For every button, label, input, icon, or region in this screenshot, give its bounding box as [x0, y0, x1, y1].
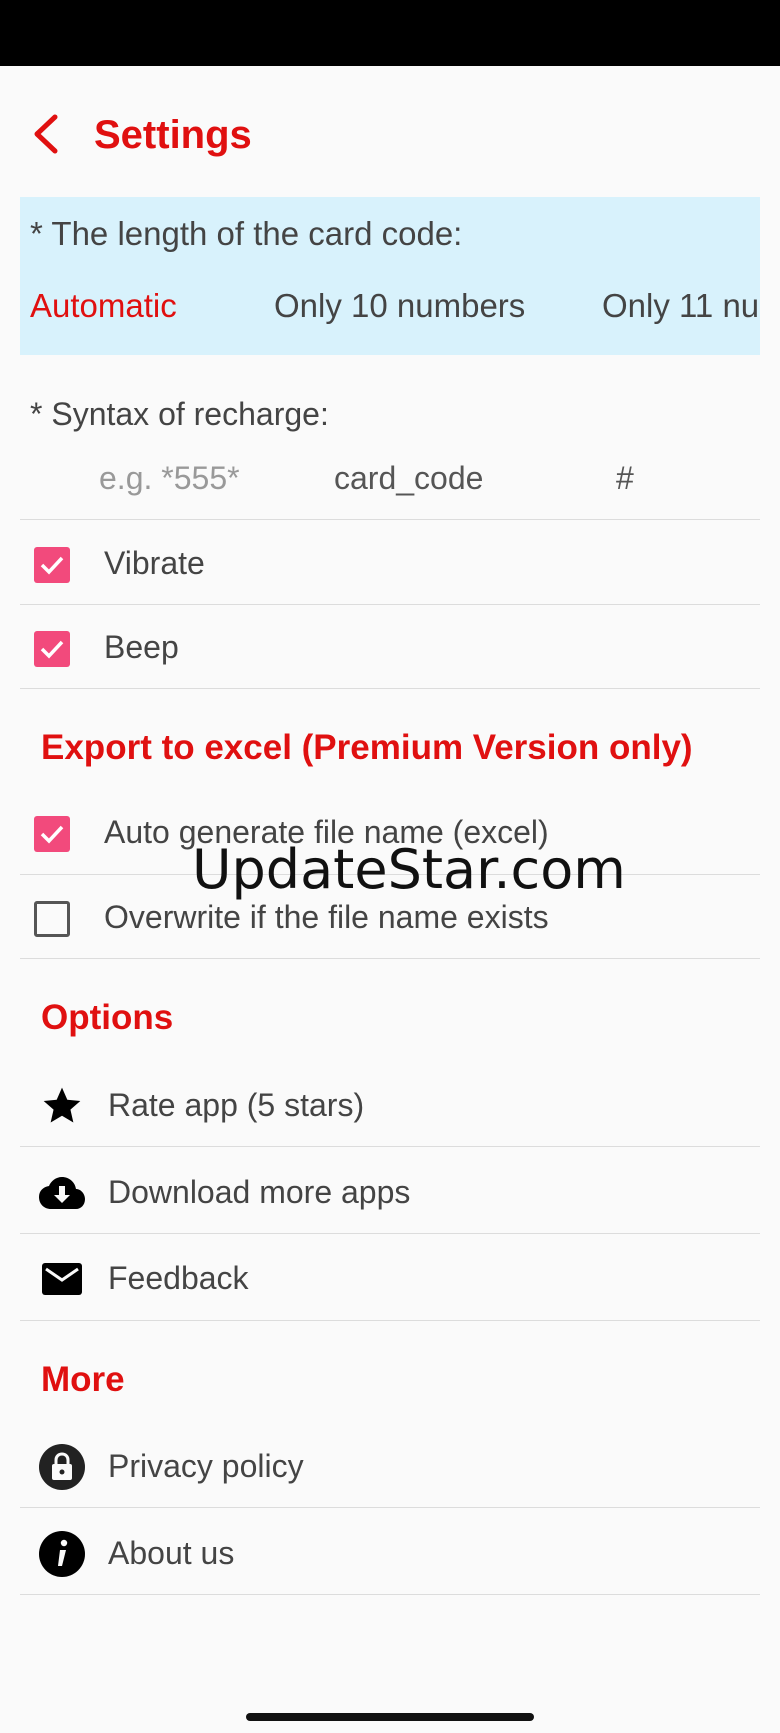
download-apps-row[interactable]: Download more apps: [20, 1150, 760, 1236]
auto-filename-checkbox[interactable]: [34, 816, 70, 852]
mail-icon: [38, 1255, 86, 1303]
watermark: UpdateStar.com: [192, 838, 626, 901]
back-button[interactable]: [18, 106, 74, 162]
more-section-title: More: [41, 1360, 125, 1399]
about-us-row[interactable]: About us: [20, 1511, 760, 1597]
lock-icon: [38, 1443, 86, 1491]
check-icon: [40, 556, 64, 575]
divider: [20, 519, 760, 520]
overwrite-checkbox[interactable]: [34, 901, 70, 937]
divider: [20, 1233, 760, 1234]
star-icon: [38, 1082, 86, 1130]
divider: [20, 1320, 760, 1321]
divider: [20, 1507, 760, 1508]
beep-row[interactable]: Beep: [20, 607, 760, 691]
divider: [20, 688, 760, 689]
card-code-option-10[interactable]: Only 10 numbers: [274, 287, 525, 325]
beep-label: Beep: [104, 629, 179, 665]
divider: [20, 1146, 760, 1147]
card-code-panel: * The length of the card code: Automatic…: [20, 197, 760, 355]
chevron-left-icon: [34, 114, 58, 154]
info-icon: [38, 1530, 86, 1578]
status-bar: [0, 0, 780, 66]
divider: [20, 958, 760, 959]
feedback-label: Feedback: [108, 1260, 249, 1296]
recharge-prefix-input[interactable]: e.g. *555*: [99, 460, 240, 497]
check-icon: [40, 640, 64, 659]
card-code-option-11[interactable]: Only 11 numbers: [602, 287, 760, 325]
divider: [20, 1594, 760, 1595]
cloud-download-icon: [38, 1169, 86, 1217]
recharge-code-input[interactable]: card_code: [334, 460, 483, 497]
recharge-syntax-label: * Syntax of recharge:: [30, 396, 329, 432]
divider: [20, 604, 760, 605]
card-code-option-automatic[interactable]: Automatic: [30, 287, 177, 325]
vibrate-row[interactable]: Vibrate: [20, 523, 760, 607]
card-code-label: * The length of the card code:: [30, 215, 463, 252]
beep-checkbox[interactable]: [34, 631, 70, 667]
recharge-suffix-input[interactable]: #: [616, 460, 634, 497]
download-apps-label: Download more apps: [108, 1174, 411, 1210]
overwrite-label: Overwrite if the file name exists: [104, 899, 549, 935]
home-indicator[interactable]: [246, 1713, 534, 1721]
privacy-policy-row[interactable]: Privacy policy: [20, 1424, 760, 1510]
privacy-policy-label: Privacy policy: [108, 1448, 304, 1484]
options-section-title: Options: [41, 998, 174, 1037]
about-us-label: About us: [108, 1535, 235, 1571]
rate-app-label: Rate app (5 stars): [108, 1087, 365, 1123]
export-section-title: Export to excel (Premium Version only): [41, 728, 693, 767]
vibrate-label: Vibrate: [104, 545, 205, 581]
app-bar: Settings: [0, 66, 780, 196]
page-title: Settings: [94, 113, 252, 157]
vibrate-checkbox[interactable]: [34, 547, 70, 583]
rate-app-row[interactable]: Rate app (5 stars): [20, 1063, 760, 1149]
check-icon: [40, 825, 64, 844]
feedback-row[interactable]: Feedback: [20, 1236, 760, 1322]
